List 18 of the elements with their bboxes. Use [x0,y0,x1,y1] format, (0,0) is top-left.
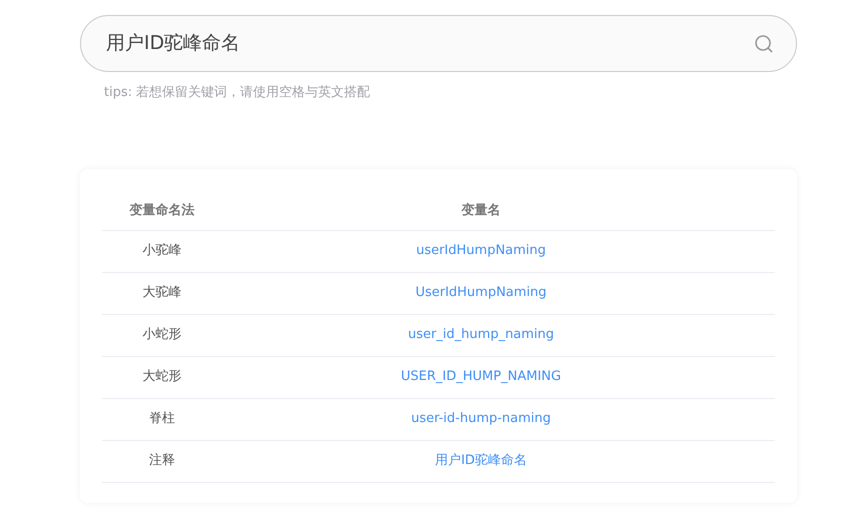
search-text: 用户ID驼峰命名 [106,31,242,56]
table-cell-text: 大蛇形 [142,368,182,386]
tips-text: tips: 若想保留关键词，请使用空格与英文搭配 [104,84,370,102]
table-cell-text: UserIdHumpNaming [414,284,548,302]
column-header: 变量名 [460,202,502,220]
table-cell-text: 用户ID驼峰命名 [434,452,528,470]
search-field[interactable]: 用户ID驼峰命名 [80,15,797,72]
column-header: 变量命名法 [128,202,196,220]
table-cell-text: USER_ID_HUMP_NAMING [400,368,562,386]
table-cell-text: 注释 [148,452,176,470]
search-icon[interactable] [754,34,774,54]
table-cell-text: 脊柱 [148,410,176,428]
table-cell-text: user-id-hump-naming [410,410,552,428]
table-cell-text: userIdHumpNaming [415,242,547,260]
table-cell-text: 小蛇形 [142,326,182,344]
table-cell-text: user_id_hump_naming [406,326,556,344]
table-cell-text: 小驼峰 [142,242,182,260]
table-cell-text: 大驼峰 [142,284,182,302]
